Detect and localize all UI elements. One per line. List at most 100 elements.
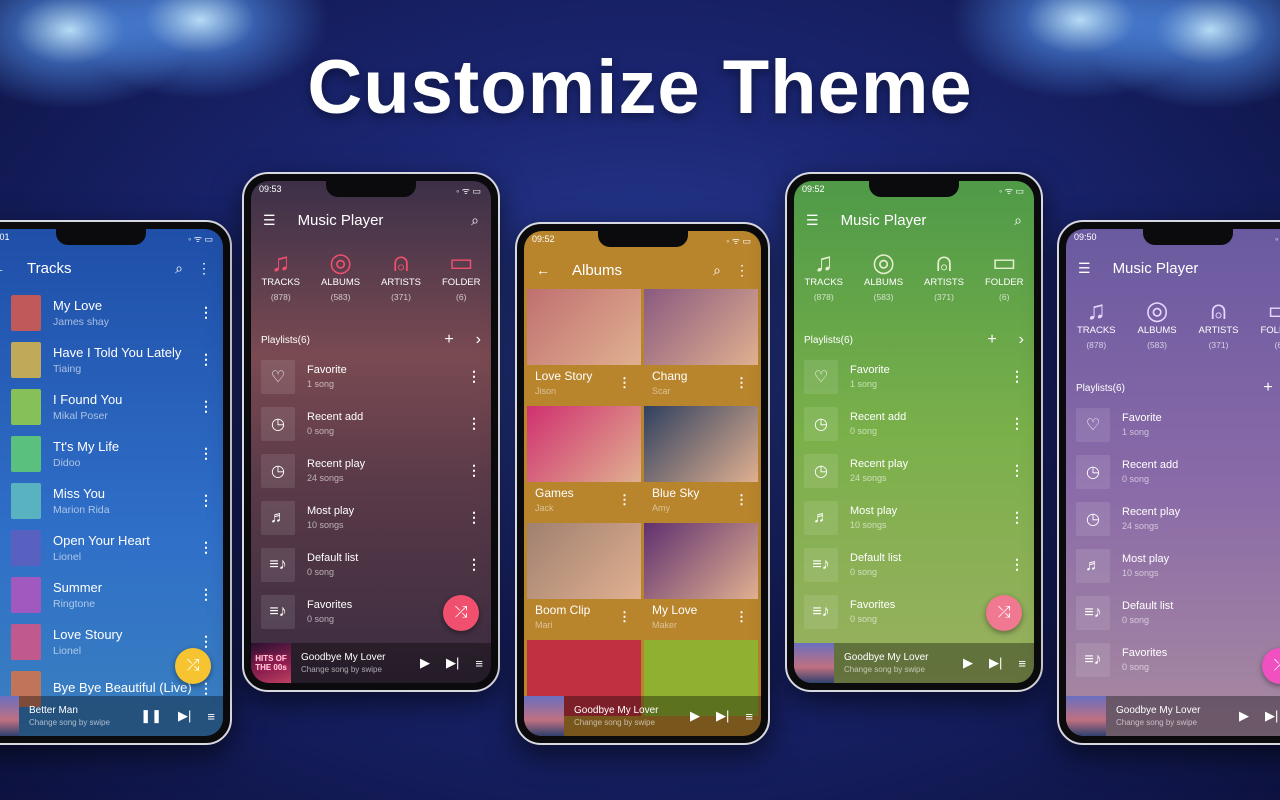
category-albums[interactable]: ◎ ALBUMS (583)	[321, 247, 360, 302]
category-albums[interactable]: ◎ ALBUMS (583)	[1138, 295, 1177, 350]
more-vert-icon[interactable]: ⋮	[618, 375, 631, 391]
back-arrow-icon[interactable]: ←	[0, 260, 5, 276]
queue-icon[interactable]: ≡	[207, 709, 215, 724]
more-vert-icon[interactable]: ⋮	[199, 445, 213, 462]
queue-icon[interactable]: ≡	[745, 709, 753, 724]
album-card[interactable]: Games Jack ⋮	[527, 406, 641, 520]
album-card[interactable]: Chang Scar ⋮	[644, 289, 758, 403]
playlist-item[interactable]: ≡♪Default list0 song⋮	[1066, 589, 1280, 636]
skip-next-icon[interactable]: ▶|	[1265, 708, 1278, 724]
playlist-item[interactable]: ≡♪Default list0 song⋮	[794, 541, 1034, 588]
search-icon[interactable]: ⌕	[471, 212, 479, 229]
category-folder[interactable]: ▭FOLDER (6)	[1260, 295, 1280, 350]
track-item[interactable]: Miss You Marion Rida ⋮	[1, 477, 223, 524]
menu-icon[interactable]: ☰	[263, 212, 276, 229]
more-vert-icon[interactable]: ⋮	[199, 351, 213, 368]
menu-icon[interactable]: ☰	[806, 212, 819, 229]
more-vert-icon[interactable]: ⋮	[618, 609, 631, 625]
mini-player[interactable]: Better Man Change song by swipe ❚❚ ▶| ≡	[0, 696, 223, 736]
playlist-item[interactable]: ♡Favorite1 song⋮	[794, 353, 1034, 400]
more-vert-icon[interactable]: ⋮	[735, 492, 748, 508]
more-vert-icon[interactable]: ⋮	[735, 609, 748, 625]
more-vert-icon[interactable]: ⋮	[735, 375, 748, 391]
more-vert-icon[interactable]: ⋮	[1010, 556, 1024, 573]
more-vert-icon[interactable]: ⋮	[618, 492, 631, 508]
track-item[interactable]: Tt's My Life Didoo ⋮	[1, 430, 223, 477]
menu-icon[interactable]: ☰	[1078, 260, 1091, 277]
add-icon[interactable]: +	[987, 331, 996, 349]
skip-next-icon[interactable]: ▶|	[446, 655, 459, 671]
playlist-item[interactable]: ♬Most play10 songs⋮	[794, 494, 1034, 541]
category-tracks[interactable]: ♫ TRACKS (878)	[804, 247, 843, 302]
album-card[interactable]: My Love Maker ⋮	[644, 523, 758, 637]
album-card[interactable]: Love Story Jison ⋮	[527, 289, 641, 403]
playlist-item[interactable]: ◷Recent play24 songs⋮	[1066, 495, 1280, 542]
pause-icon[interactable]: ❚❚	[140, 708, 162, 724]
play-icon[interactable]: ▶	[690, 708, 700, 724]
more-vert-icon[interactable]: ⋮	[199, 398, 213, 415]
skip-next-icon[interactable]: ▶|	[178, 708, 191, 724]
more-vert-icon[interactable]: ⋮	[199, 633, 213, 650]
search-icon[interactable]: ⌕	[1014, 212, 1022, 229]
chevron-right-icon[interactable]: ›	[1019, 331, 1024, 349]
category-tracks[interactable]: ♫ TRACKS (878)	[261, 247, 300, 302]
playlist-item[interactable]: ≡♪Default list0 song⋮	[251, 541, 491, 588]
track-item[interactable]: I Found You Mikal Poser ⋮	[1, 383, 223, 430]
mini-player[interactable]: Goodbye My LoverChange song by swipe▶▶|≡	[1066, 696, 1280, 736]
skip-next-icon[interactable]: ▶|	[989, 655, 1002, 671]
shuffle-button[interactable]: ⤮	[443, 595, 479, 631]
playlist-item[interactable]: ◷Recent add0 song⋮	[794, 400, 1034, 447]
category-artists[interactable]: ⍝ ARTISTS (371)	[924, 247, 964, 302]
category-albums[interactable]: ◎ ALBUMS (583)	[864, 247, 903, 302]
album-card[interactable]: Boom Clip Mari ⋮	[527, 523, 641, 637]
more-vert-icon[interactable]: ⋮	[199, 304, 213, 321]
play-icon[interactable]: ▶	[1239, 708, 1249, 724]
category-folder[interactable]: ▭FOLDER (6)	[985, 247, 1024, 302]
shuffle-button[interactable]: ⤮	[986, 595, 1022, 631]
mini-player[interactable]: Goodbye My LoverChange song by swipe▶▶|≡	[524, 696, 761, 736]
more-vert-icon[interactable]: ⋮	[467, 509, 481, 526]
album-card[interactable]: Blue Sky Amy ⋮	[644, 406, 758, 520]
playlist-item[interactable]: ≡♪Favorites0 song⋮	[1066, 636, 1280, 683]
back-arrow-icon[interactable]: ←	[536, 262, 550, 278]
category-artists[interactable]: ⍝ ARTISTS (371)	[381, 247, 421, 302]
more-vert-icon[interactable]: ⋮	[197, 260, 211, 277]
category-artists[interactable]: ⍝ ARTISTS (371)	[1199, 295, 1239, 350]
track-item[interactable]: My Love James shay ⋮	[1, 289, 223, 336]
add-icon[interactable]: +	[444, 331, 453, 349]
more-vert-icon[interactable]: ⋮	[467, 462, 481, 479]
queue-icon[interactable]: ≡	[475, 656, 483, 671]
playlist-item[interactable]: ◷Recent play24 songs⋮	[794, 447, 1034, 494]
skip-next-icon[interactable]: ▶|	[716, 708, 729, 724]
more-vert-icon[interactable]: ⋮	[1010, 415, 1024, 432]
track-item[interactable]: Have I Told You Lately Tiaing ⋮	[1, 336, 223, 383]
playlist-item[interactable]: ♡Favorite1 song⋮	[1066, 401, 1280, 448]
more-vert-icon[interactable]: ⋮	[199, 680, 213, 697]
playlist-item[interactable]: ♡Favorite1 song⋮	[251, 353, 491, 400]
more-vert-icon[interactable]: ⋮	[467, 368, 481, 385]
playlist-item[interactable]: ◷Recent add0 song⋮	[1066, 448, 1280, 495]
playlist-item[interactable]: ◷Recent play24 songs⋮	[251, 447, 491, 494]
playlist-item[interactable]: ♬Most play10 songs⋮	[251, 494, 491, 541]
more-vert-icon[interactable]: ⋮	[199, 586, 213, 603]
more-vert-icon[interactable]: ⋮	[735, 262, 749, 279]
play-icon[interactable]: ▶	[963, 655, 973, 671]
more-vert-icon[interactable]: ⋮	[1010, 368, 1024, 385]
track-item[interactable]: Open Your Heart Lionel ⋮	[1, 524, 223, 571]
more-vert-icon[interactable]: ⋮	[467, 415, 481, 432]
more-vert-icon[interactable]: ⋮	[199, 539, 213, 556]
more-vert-icon[interactable]: ⋮	[1010, 509, 1024, 526]
search-icon[interactable]: ⌕	[175, 260, 183, 277]
mini-player[interactable]: HITS OF THE 00s Goodbye My Lover Change so…	[251, 643, 491, 683]
playlist-item[interactable]: ♬Most play10 songs⋮	[1066, 542, 1280, 589]
track-item[interactable]: Summer Ringtone ⋮	[1, 571, 223, 618]
more-vert-icon[interactable]: ⋮	[467, 556, 481, 573]
category-folder[interactable]: ▭FOLDER (6)	[442, 247, 481, 302]
category-tracks[interactable]: ♫ TRACKS (878)	[1077, 295, 1116, 350]
search-icon[interactable]: ⌕	[713, 262, 721, 279]
more-vert-icon[interactable]: ⋮	[1010, 462, 1024, 479]
add-icon[interactable]: +	[1263, 379, 1272, 397]
chevron-right-icon[interactable]: ›	[476, 331, 481, 349]
more-vert-icon[interactable]: ⋮	[199, 492, 213, 509]
mini-player[interactable]: Goodbye My LoverChange song by swipe▶▶|≡	[794, 643, 1034, 683]
